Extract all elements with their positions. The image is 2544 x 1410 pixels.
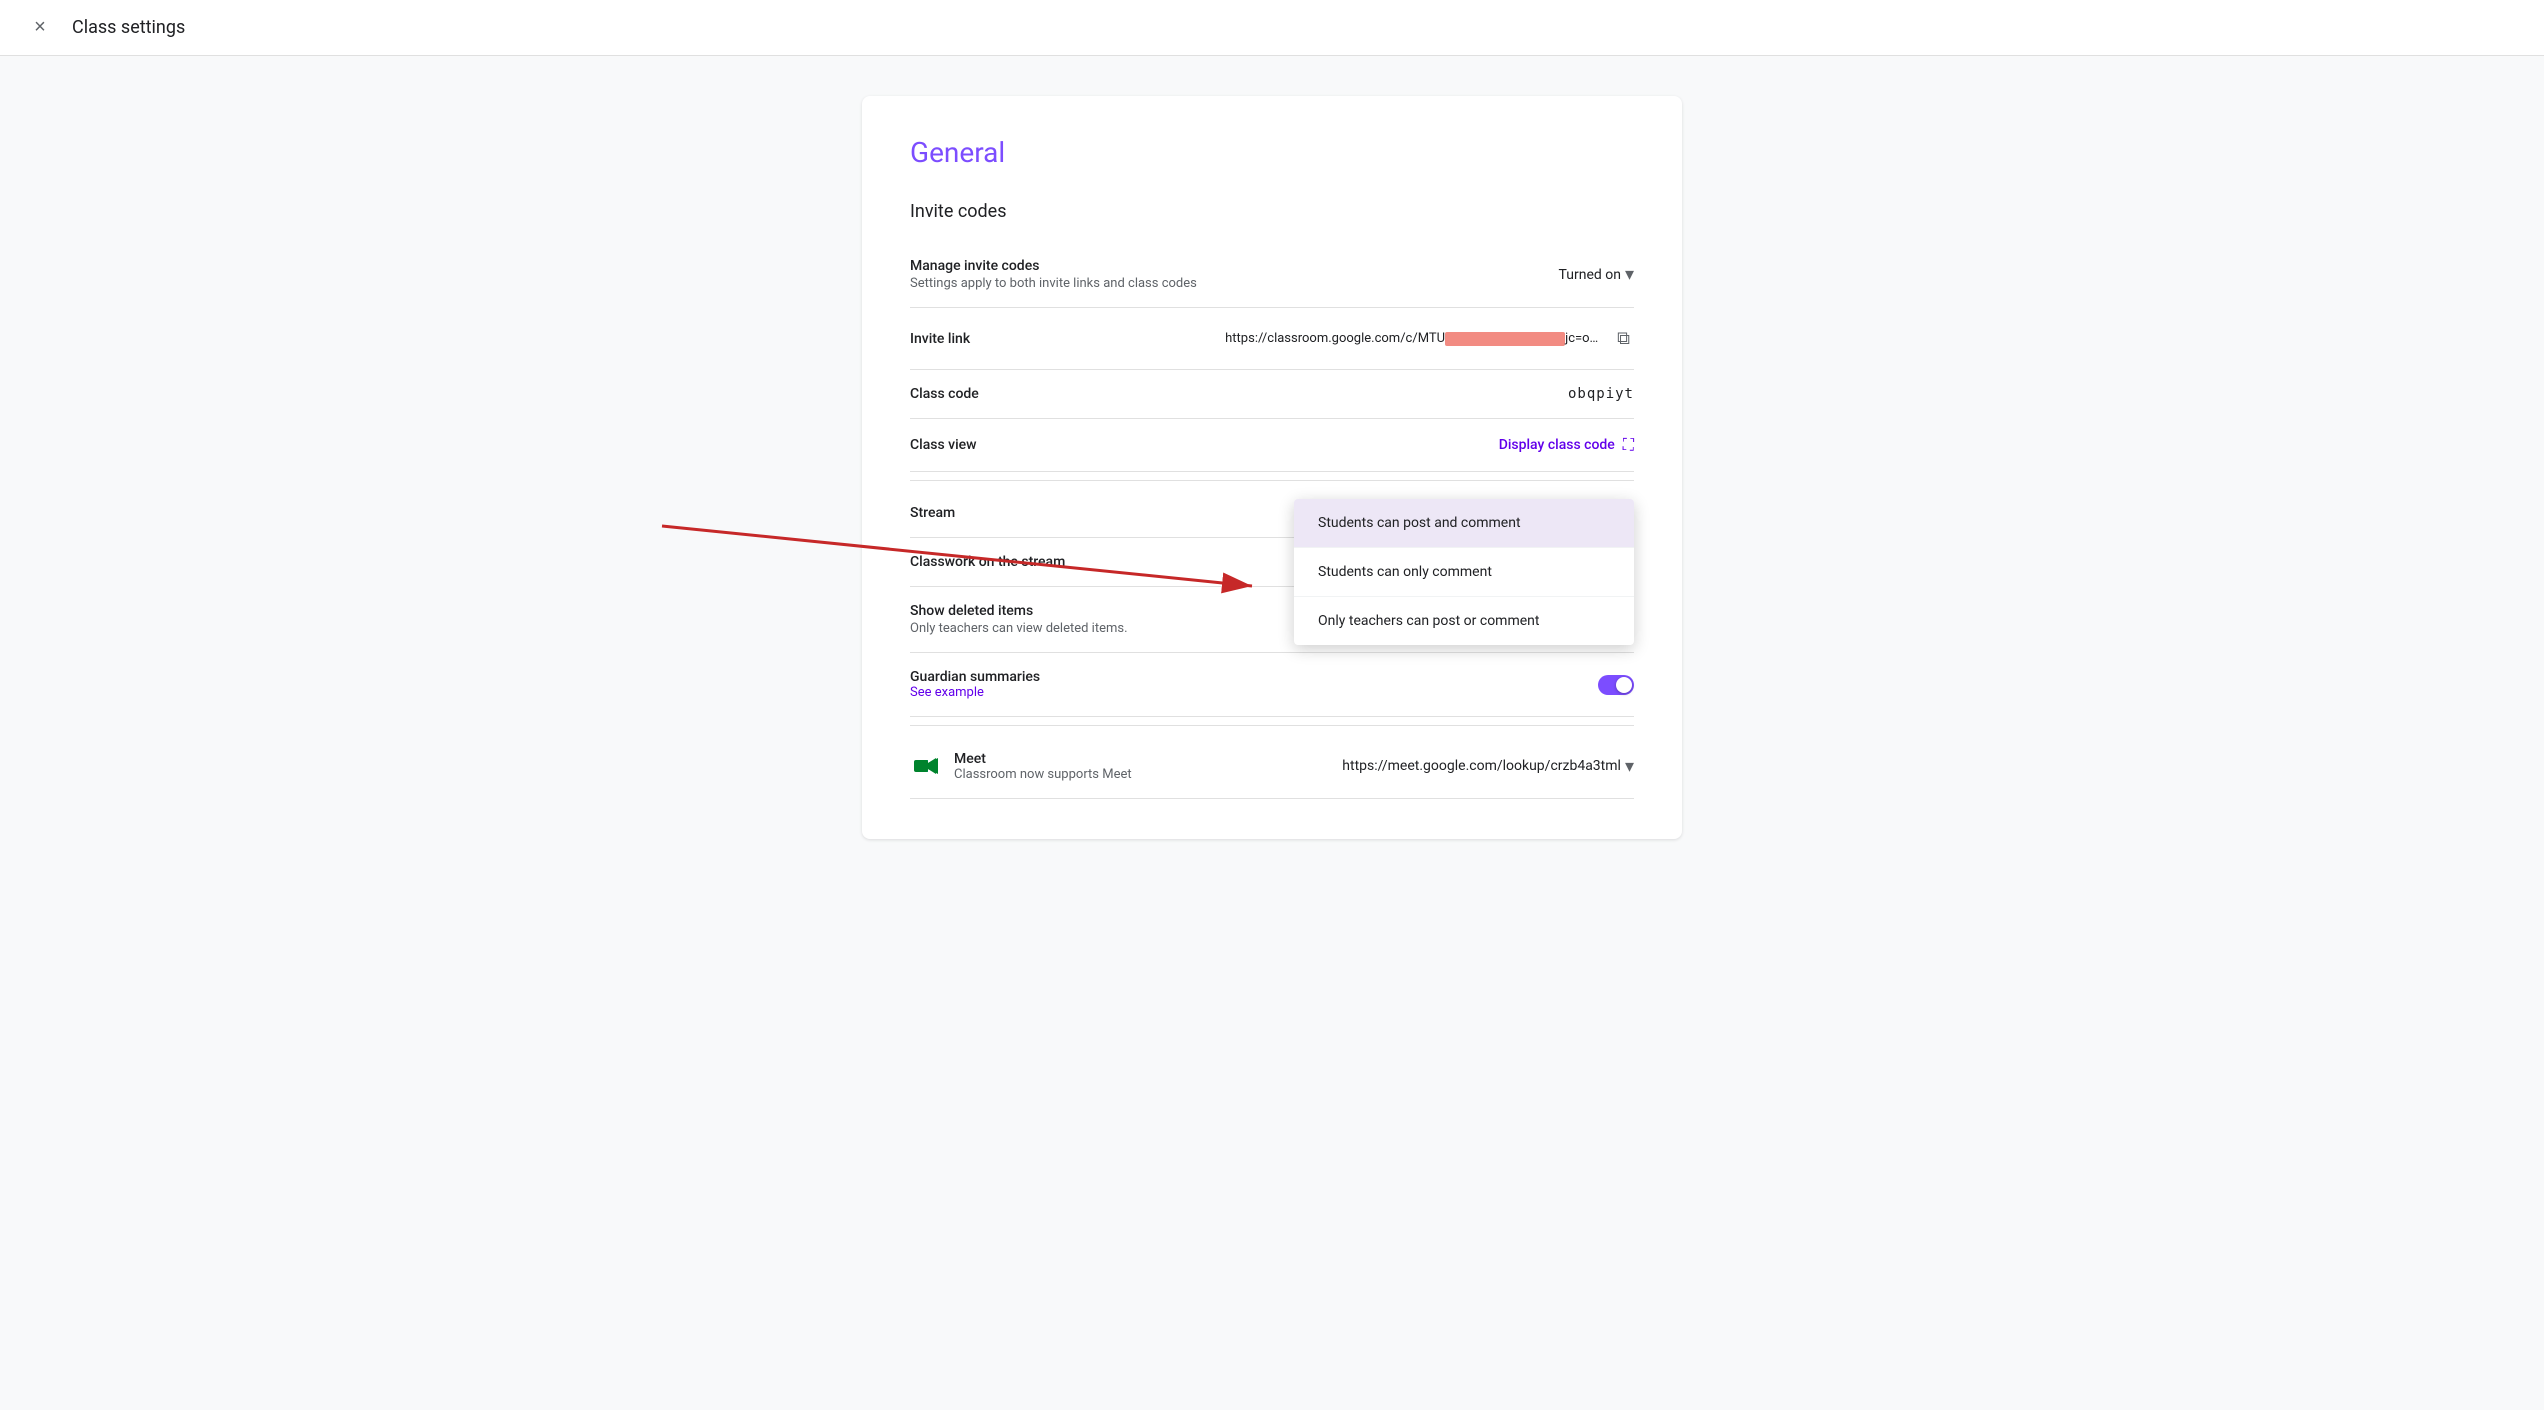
meet-desc: Classroom now supports Meet [954, 767, 1132, 782]
see-example-link[interactable]: See example [910, 685, 1040, 700]
stream-option-1[interactable]: Students can post and comment [1294, 499, 1634, 547]
manage-invite-codes-label-group: Manage invite codes Settings apply to bo… [910, 258, 1197, 291]
manage-invite-codes-dropdown[interactable]: Turned on ▾ [1559, 264, 1634, 285]
meet-info: Meet Classroom now supports Meet [910, 750, 1132, 782]
redacted-url-part [1445, 332, 1565, 346]
close-button[interactable]: × [20, 8, 60, 48]
invite-codes-title: Invite codes [910, 201, 1634, 222]
section-divider-2 [910, 725, 1634, 726]
class-code-label: Class code [910, 386, 979, 402]
meet-link-dropdown[interactable]: https://meet.google.com/lookup/crzb4a3tm… [1342, 756, 1634, 777]
turned-on-value: Turned on [1559, 267, 1621, 283]
show-deleted-items-desc: Only teachers can view deleted items. [910, 621, 1128, 636]
class-code-value: obqpiyt [1568, 386, 1634, 402]
close-icon: × [34, 16, 46, 39]
invite-link-label: Invite link [910, 331, 970, 347]
guardian-summaries-label: Guardian summaries [910, 669, 1040, 685]
stream-option-2[interactable]: Students can only comment [1294, 547, 1634, 596]
manage-invite-codes-row: Manage invite codes Settings apply to bo… [910, 242, 1634, 308]
top-bar: × Class settings [0, 0, 2544, 56]
meet-text-group: Meet Classroom now supports Meet [954, 751, 1132, 782]
toggle-thumb-on [1616, 677, 1632, 693]
page-container: General Invite codes Manage invite codes… [0, 56, 2544, 879]
dropdown-arrow-icon: ▾ [1625, 264, 1634, 285]
toggle-track-on [1598, 675, 1634, 695]
invite-link-row: Invite link https://classroom.google.com… [910, 308, 1634, 370]
display-class-code-text: Display class code [1499, 437, 1615, 453]
classwork-stream-label: Classwork on the stream [910, 554, 1065, 570]
invite-link-value-group: https://classroom.google.com/c/MTUjc=obq… [1225, 324, 1634, 353]
class-view-row: Class view Display class code ⛶ [910, 419, 1634, 472]
guardian-summaries-toggle[interactable] [1598, 675, 1634, 695]
manage-invite-codes-desc: Settings apply to both invite links and … [910, 276, 1197, 291]
display-class-code-button[interactable]: Display class code ⛶ [1499, 435, 1634, 455]
class-view-label: Class view [910, 437, 977, 453]
section-title-general: General [910, 136, 1634, 169]
meet-row: Meet Classroom now supports Meet https:/… [910, 734, 1634, 799]
section-divider [910, 480, 1634, 481]
meet-link-value: https://meet.google.com/lookup/crzb4a3tm… [1342, 758, 1621, 774]
settings-card: General Invite codes Manage invite codes… [862, 96, 1682, 839]
stream-section: Stream Students can post and comment Stu… [910, 489, 1634, 538]
stream-label: Stream [910, 505, 955, 521]
meet-logo-svg [910, 750, 942, 782]
manage-invite-codes-label: Manage invite codes [910, 258, 1197, 274]
stream-option-3[interactable]: Only teachers can post or comment [1294, 596, 1634, 645]
show-deleted-items-label: Show deleted items [910, 603, 1128, 619]
meet-dropdown-arrow-icon: ▾ [1625, 756, 1634, 777]
stream-dropdown-menu: Students can post and comment Students c… [1294, 499, 1634, 645]
copy-icon[interactable]: ⧉ [1613, 324, 1634, 353]
show-deleted-items-label-group: Show deleted items Only teachers can vie… [910, 603, 1128, 636]
guardian-summaries-row: Guardian summaries See example [910, 653, 1634, 717]
meet-icon [910, 750, 942, 782]
class-code-text: obqpiyt [1568, 386, 1634, 402]
page-title: Class settings [72, 17, 185, 38]
expand-icon: ⛶ [1623, 435, 1634, 455]
class-code-row: Class code obqpiyt [910, 370, 1634, 419]
meet-label: Meet [954, 751, 1132, 767]
invite-link-url: https://classroom.google.com/c/MTUjc=obq… [1225, 331, 1605, 346]
meet-rect [914, 760, 928, 772]
guardian-summaries-label-group: Guardian summaries See example [910, 669, 1040, 700]
